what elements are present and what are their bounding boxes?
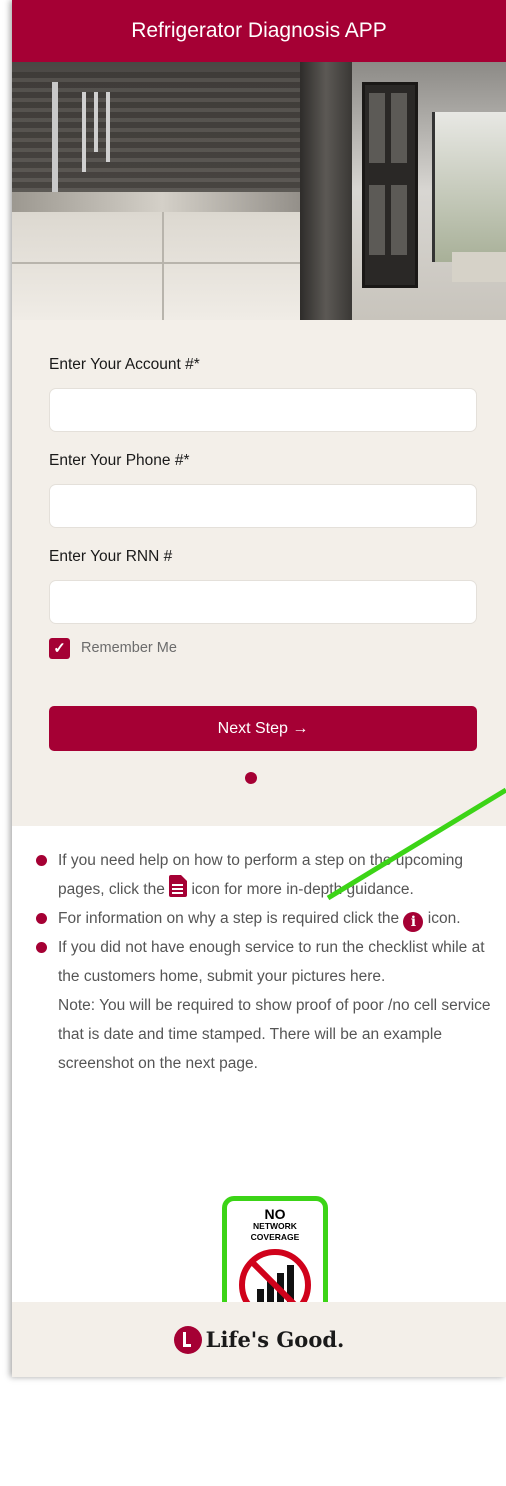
account-input[interactable] <box>49 388 477 432</box>
info-note: Note: You will be required to show proof… <box>58 997 491 1072</box>
info-section: If you need help on how to perform a ste… <box>12 826 506 1486</box>
info-item-help: If you need help on how to perform a ste… <box>36 846 492 904</box>
account-label: Enter Your Account #* <box>49 356 200 373</box>
phone-label: Enter Your Phone #* <box>49 452 190 469</box>
page-indicator <box>12 772 506 784</box>
page-indicator-dot <box>245 772 257 784</box>
info-item-why: For information on why a step is require… <box>36 904 492 933</box>
remember-me-checkbox[interactable]: ✓ <box>49 637 70 659</box>
hero-image <box>12 62 506 320</box>
info-item-service: If you did not have enough service to ru… <box>36 933 492 1078</box>
bullet-icon <box>36 913 47 924</box>
page-title: Refrigerator Diagnosis APP <box>131 19 387 42</box>
remember-me-label: Remember Me <box>81 640 177 656</box>
document-icon <box>169 875 188 897</box>
footer: Life's Good. <box>12 1302 506 1377</box>
info-icon: i <box>403 912 424 932</box>
app-frame: Refrigerator Diagnosis APP Enter Your Ac… <box>12 0 506 1377</box>
app-header: Refrigerator Diagnosis APP <box>12 0 506 62</box>
lg-logo: Life's Good. <box>173 1325 344 1354</box>
rnn-input[interactable] <box>49 580 477 624</box>
phone-input[interactable] <box>49 484 477 528</box>
lg-logo-icon <box>173 1325 202 1354</box>
bullet-icon <box>36 855 47 866</box>
remember-me-row[interactable]: ✓ Remember Me <box>49 636 478 660</box>
bullet-icon <box>36 942 47 953</box>
rnn-label: Enter Your RNN # <box>49 548 173 565</box>
login-form: Enter Your Account #* Enter Your Phone #… <box>12 320 506 826</box>
next-step-button[interactable]: Next Step → <box>49 706 477 751</box>
